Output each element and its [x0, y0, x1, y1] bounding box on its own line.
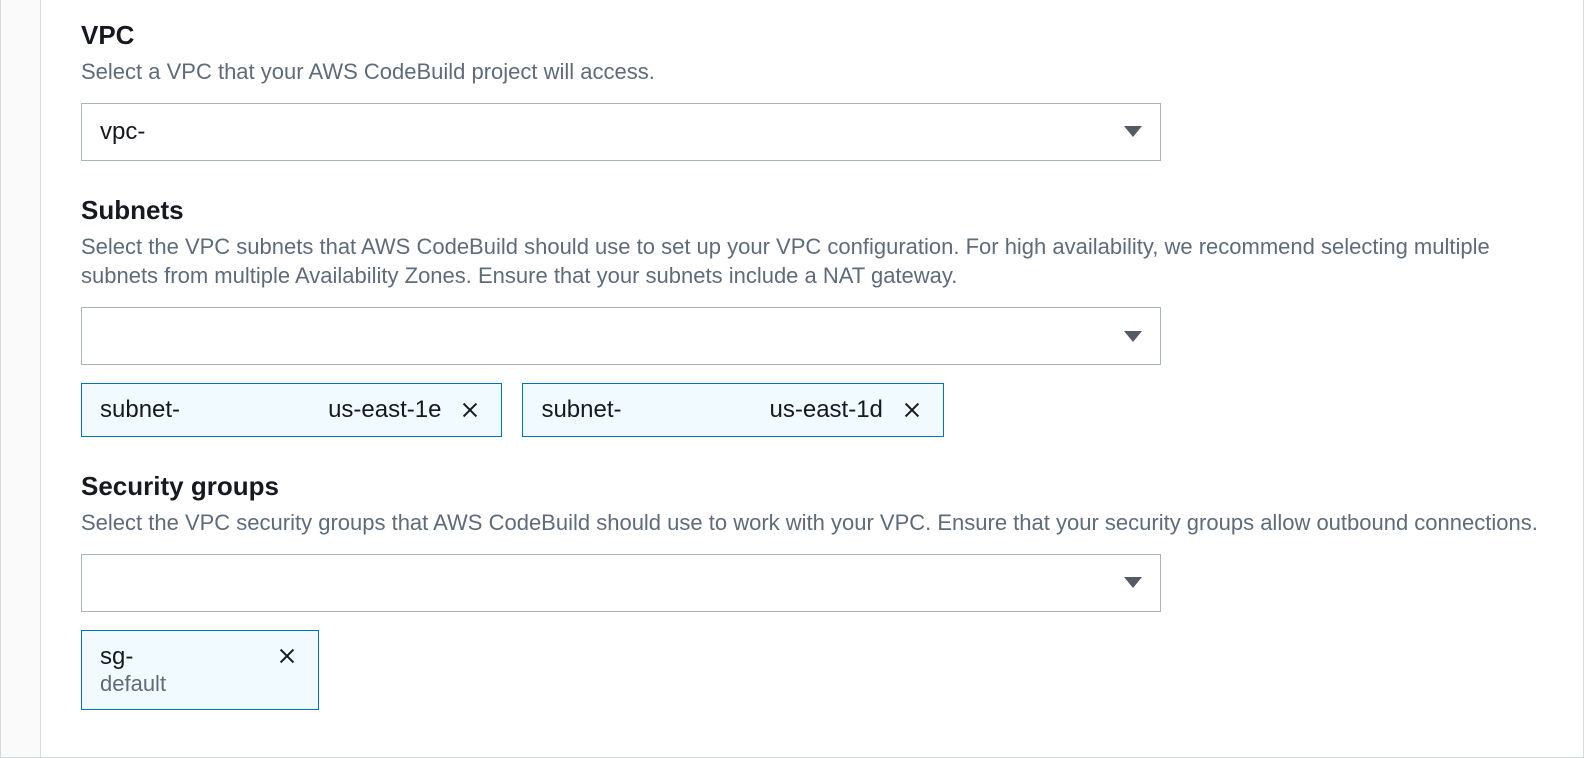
subnet-chip-id: subnet- — [541, 396, 621, 424]
subnet-chip: subnet- us-east-1d — [522, 383, 943, 437]
security-groups-section: Security groups Select the VPC security … — [81, 471, 1543, 710]
left-rail — [1, 0, 41, 757]
subnets-dropdown[interactable] — [81, 307, 1161, 365]
chevron-down-icon — [1124, 577, 1142, 588]
subnet-chip-zone: us-east-1e — [328, 396, 441, 424]
security-group-chip: sg- default — [81, 630, 319, 710]
security-groups-title: Security groups — [81, 471, 1543, 502]
vpc-section: VPC Select a VPC that your AWS CodeBuild… — [81, 20, 1543, 161]
vpc-title: VPC — [81, 20, 1543, 51]
subnets-title: Subnets — [81, 195, 1543, 226]
chevron-down-icon — [1124, 331, 1142, 342]
chip-texts: sg- default — [100, 643, 166, 697]
form-content: VPC Select a VPC that your AWS CodeBuild… — [41, 0, 1583, 757]
close-icon — [276, 645, 298, 667]
vpc-description: Select a VPC that your AWS CodeBuild pro… — [81, 57, 1543, 87]
remove-subnet-button[interactable] — [897, 399, 927, 421]
security-group-chip-sub: default — [100, 671, 166, 697]
page-root: VPC Select a VPC that your AWS CodeBuild… — [0, 0, 1584, 758]
subnet-chip-id: subnet- — [100, 396, 180, 424]
close-icon — [459, 399, 481, 421]
subnet-chip: subnet- us-east-1e — [81, 383, 502, 437]
subnets-section: Subnets Select the VPC subnets that AWS … — [81, 195, 1543, 437]
vpc-dropdown[interactable]: vpc- — [81, 103, 1161, 161]
subnet-chip-zone: us-east-1d — [770, 396, 883, 424]
security-group-chips: sg- default — [81, 630, 1543, 710]
chevron-down-icon — [1124, 126, 1142, 137]
subnet-chips: subnet- us-east-1e subnet- us-east-1d — [81, 383, 1543, 437]
vpc-dropdown-value: vpc- — [100, 118, 145, 146]
security-groups-description: Select the VPC security groups that AWS … — [81, 508, 1543, 538]
security-group-chip-id: sg- — [100, 643, 166, 671]
subnets-description: Select the VPC subnets that AWS CodeBuil… — [81, 232, 1543, 291]
remove-subnet-button[interactable] — [455, 399, 485, 421]
close-icon — [901, 399, 923, 421]
security-groups-dropdown[interactable] — [81, 554, 1161, 612]
remove-security-group-button[interactable] — [272, 645, 302, 667]
